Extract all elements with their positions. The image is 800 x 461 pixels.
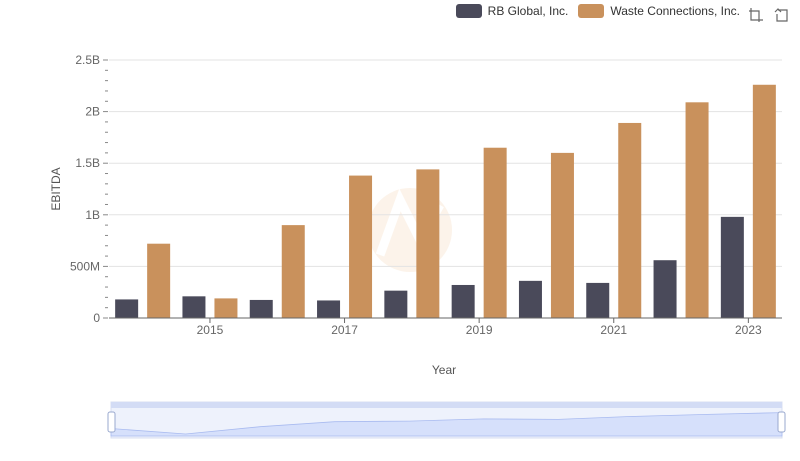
- bar-waste-connections-2018[interactable]: [416, 169, 440, 318]
- data-zoom-slider[interactable]: [107, 401, 786, 439]
- zoom-handle-right[interactable]: [777, 411, 786, 433]
- bar-waste-connections-2021[interactable]: [618, 122, 642, 319]
- bar-rb-global-2019[interactable]: [451, 284, 475, 318]
- bar-rb-global-2022[interactable]: [653, 260, 677, 318]
- x-tick-label: 2019: [466, 323, 493, 337]
- bar-chart: 0 500M 1B 1.5B 2B 2.5B 2015 2017 2019 2021 2023 EB…: [49, 53, 786, 439]
- zoom-slider-top-bar[interactable]: [111, 402, 782, 408]
- bar-rb-global-2016[interactable]: [249, 299, 273, 318]
- bar-waste-connections-2015[interactable]: [214, 298, 238, 318]
- y-tick-label: 1.5B: [75, 156, 100, 170]
- bar-waste-connections-2017[interactable]: [349, 175, 373, 318]
- bar-rb-global-2023[interactable]: [720, 216, 744, 318]
- bar-waste-connections-2016[interactable]: [281, 225, 305, 318]
- y-tick-label: 1B: [85, 208, 100, 222]
- x-tick-label: 2021: [600, 323, 627, 337]
- y-axis-title: EBITDA: [49, 167, 63, 210]
- y-tick-label: 2B: [85, 105, 100, 119]
- bars: [115, 84, 776, 319]
- bar-waste-connections-2022[interactable]: [685, 102, 709, 318]
- bar-rb-global-2021[interactable]: [586, 282, 610, 318]
- zoom-handle-left[interactable]: [107, 411, 116, 433]
- x-axis-title: Year: [432, 363, 456, 377]
- y-tick-label: 500M: [70, 259, 100, 273]
- bar-waste-connections-2014[interactable]: [147, 243, 171, 318]
- bar-waste-connections-2023[interactable]: [752, 84, 776, 318]
- bar-rb-global-2014[interactable]: [115, 299, 139, 318]
- bar-rb-global-2017[interactable]: [317, 300, 341, 318]
- y-tick-label: 2.5B: [75, 53, 100, 67]
- bar-waste-connections-2020[interactable]: [550, 152, 574, 318]
- bar-waste-connections-2019[interactable]: [483, 147, 507, 318]
- bar-rb-global-2020[interactable]: [518, 280, 542, 318]
- bar-rb-global-2015[interactable]: [182, 296, 206, 318]
- y-tick-label: 0: [93, 311, 100, 325]
- x-tick-label: 2015: [197, 323, 224, 337]
- bar-rb-global-2018[interactable]: [384, 290, 408, 318]
- watermark-logo: [368, 188, 452, 272]
- x-tick-label: 2017: [331, 323, 358, 337]
- x-tick-label: 2023: [735, 323, 762, 337]
